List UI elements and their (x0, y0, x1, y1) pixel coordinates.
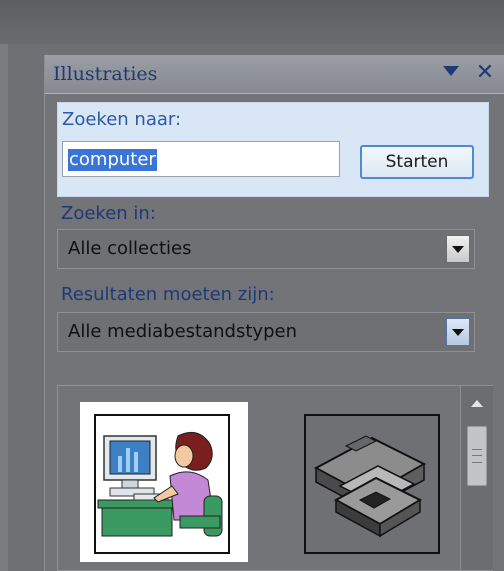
scroll-up-icon[interactable] (471, 400, 483, 407)
floppy-disks-icon (313, 435, 427, 538)
results-list (57, 385, 493, 571)
dropdown-icon[interactable] (443, 66, 459, 76)
search-input[interactable]: computer (62, 141, 340, 177)
close-icon[interactable]: ✕ (473, 59, 497, 87)
results-scrollbar[interactable] (460, 386, 493, 570)
chevron-down-icon[interactable] (446, 318, 470, 346)
task-pane-title: Illustraties (53, 63, 158, 85)
thumbnail-frame (94, 414, 230, 554)
result-type-select[interactable]: Alle mediabestandstypen (57, 312, 475, 352)
scrollbar-thumb[interactable] (467, 426, 487, 486)
search-input-value: computer (68, 149, 157, 171)
result-thumbnail-woman-at-computer[interactable] (80, 402, 248, 562)
task-pane-header: Illustraties ✕ (45, 55, 504, 94)
chevron-down-icon[interactable] (446, 235, 470, 263)
search-in-value: Alle collecties (68, 238, 192, 259)
search-in-label: Zoeken in: (61, 203, 156, 224)
result-type-label: Resultaten moeten zijn: (61, 284, 275, 305)
result-type-value: Alle mediabestandstypen (68, 321, 297, 342)
result-thumbnail-floppy-disks[interactable] (290, 402, 458, 562)
start-search-button[interactable]: Starten (360, 145, 474, 179)
thumbnail-frame (304, 414, 440, 554)
clip-art-task-pane: Illustraties ✕ Zoeken naar: computer Sta… (44, 55, 504, 571)
search-label: Zoeken naar: (62, 109, 182, 130)
search-in-select[interactable]: Alle collecties (57, 229, 475, 269)
woman-at-computer-icon (97, 431, 223, 537)
document-edge (0, 44, 8, 571)
grip-icon (472, 449, 482, 463)
search-section: Zoeken naar: computer Starten (57, 102, 489, 197)
application-top-bar (0, 0, 504, 44)
